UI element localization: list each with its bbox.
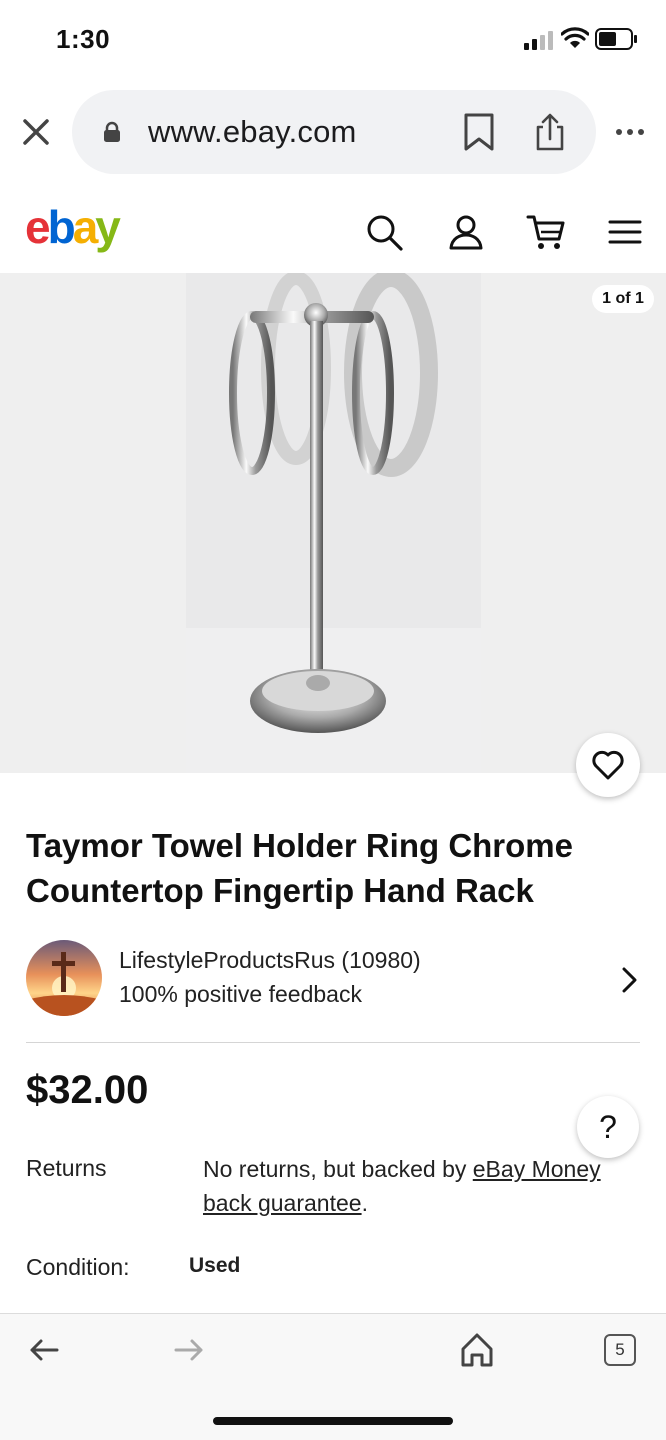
seller-info-row[interactable]: LifestyleProductsRus (10980) 100% positi…	[26, 940, 646, 1020]
svg-text:ebay: ebay	[25, 201, 121, 253]
condition-label: Condition:	[26, 1254, 130, 1280]
product-image-gallery[interactable]	[0, 269, 666, 773]
status-bar: 1:30	[0, 0, 666, 80]
returns-label: Returns	[26, 1155, 107, 1181]
url-text[interactable]: www.ebay.com	[148, 114, 357, 150]
returns-policy-text: No returns, but backed by eBay Money bac…	[203, 1152, 633, 1220]
back-arrow-icon[interactable]	[28, 1336, 60, 1364]
home-icon[interactable]	[460, 1332, 494, 1368]
condition-value: Used	[189, 1254, 241, 1277]
search-icon[interactable]	[364, 212, 404, 252]
home-indicator	[213, 1417, 453, 1425]
cart-icon[interactable]	[526, 212, 566, 252]
user-account-icon[interactable]	[446, 212, 486, 252]
ebay-logo[interactable]: ebay	[25, 200, 135, 258]
forward-arrow-icon[interactable]	[173, 1336, 205, 1364]
product-photo[interactable]	[186, 269, 481, 773]
image-counter-badge: 1 of 1	[592, 285, 654, 313]
battery-icon	[595, 28, 637, 50]
more-options-icon[interactable]	[614, 120, 646, 144]
cross-sunset-avatar-image	[26, 940, 102, 1016]
heart-icon	[592, 750, 624, 780]
help-button[interactable]: ?	[577, 1096, 639, 1158]
returns-text-suffix: .	[361, 1190, 368, 1216]
status-time: 1:30	[56, 24, 111, 54]
wifi-icon	[561, 27, 589, 48]
returns-text-prefix: No returns, but backed by	[203, 1156, 473, 1182]
seller-avatar[interactable]	[26, 940, 102, 1016]
towel-holder-image	[186, 269, 481, 773]
cellular-signal-icon	[524, 31, 553, 50]
bookmark-icon[interactable]	[463, 112, 495, 152]
close-icon[interactable]	[18, 114, 54, 150]
hamburger-menu-icon[interactable]	[607, 216, 643, 248]
watchlist-button[interactable]	[576, 733, 640, 797]
price: $32.00	[26, 1068, 149, 1112]
chevron-right-icon[interactable]	[618, 966, 640, 994]
share-icon[interactable]	[534, 112, 566, 152]
divider	[26, 1042, 640, 1043]
seller-feedback: 100% positive feedback	[119, 981, 362, 1007]
listing-title: Taymor Towel Holder Ring Chrome Countert…	[26, 827, 573, 909]
lock-icon	[104, 121, 120, 142]
seller-name[interactable]: LifestyleProductsRus (10980)	[119, 947, 421, 974]
tabs-button[interactable]: 5	[604, 1334, 636, 1366]
